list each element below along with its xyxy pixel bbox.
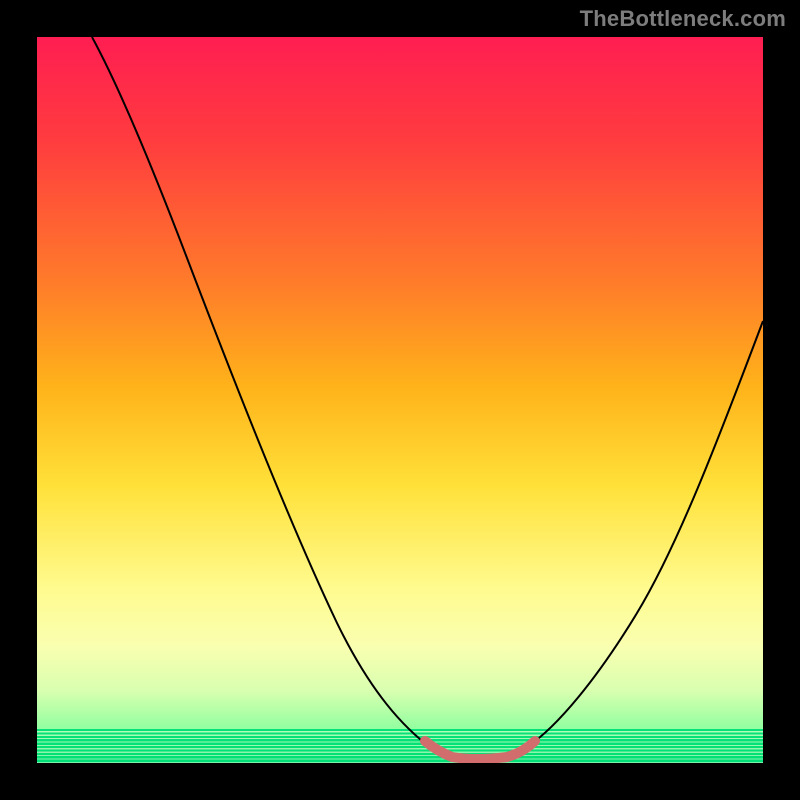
left-curve xyxy=(92,37,432,749)
curve-layer xyxy=(37,37,763,763)
chart-canvas: TheBottleneck.com xyxy=(0,0,800,800)
plot-area xyxy=(37,37,763,763)
watermark-text: TheBottleneck.com xyxy=(580,6,786,32)
right-curve xyxy=(527,321,763,747)
bottom-flat-highlight xyxy=(425,741,535,759)
